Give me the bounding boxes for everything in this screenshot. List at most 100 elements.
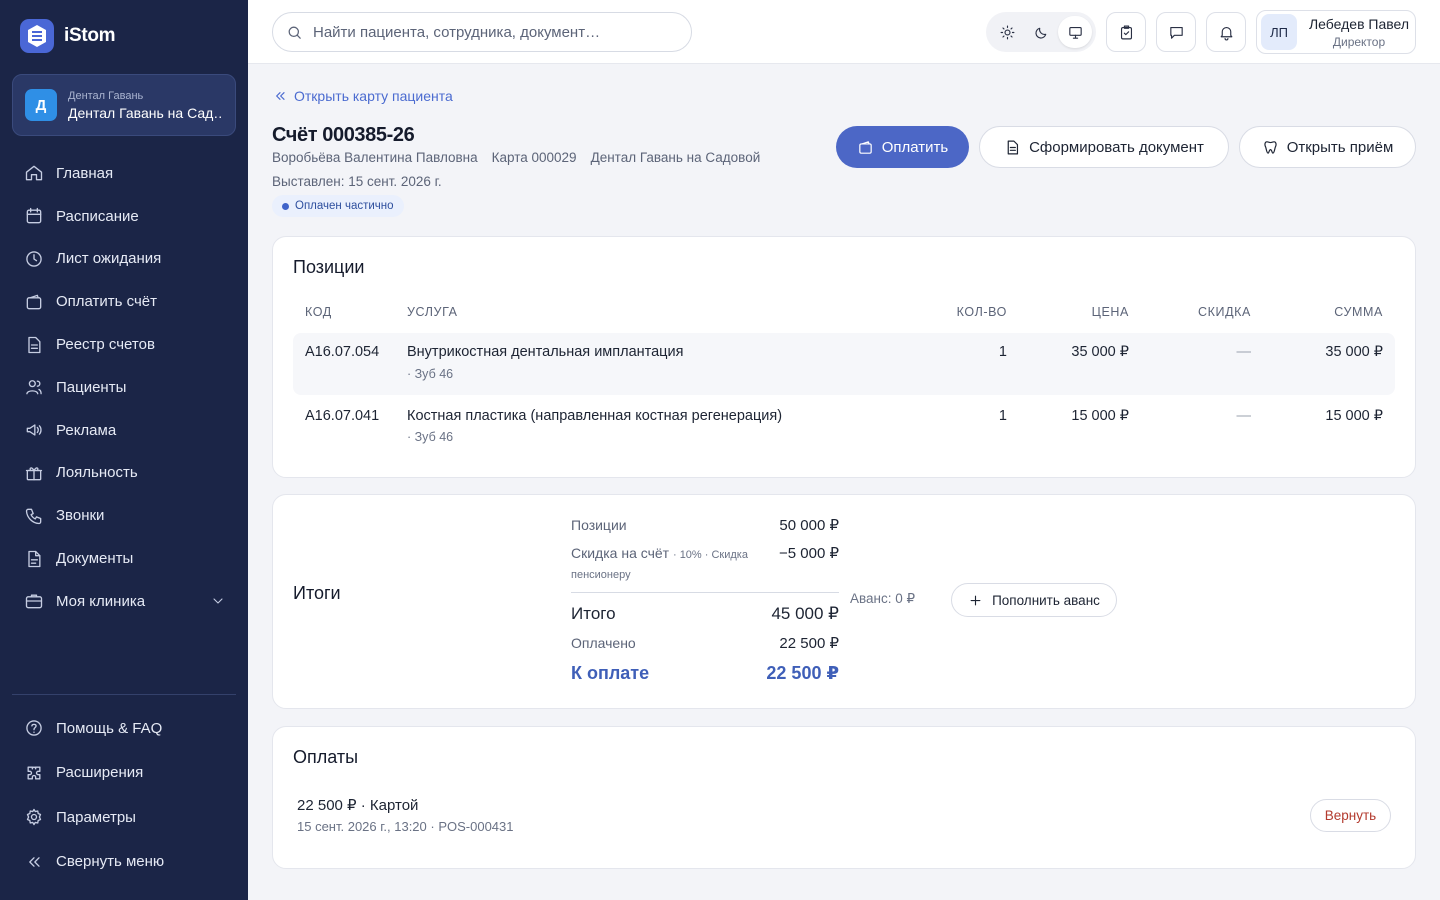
- generate-document-label: Сформировать документ: [1029, 138, 1204, 156]
- topbar: ЛП Лебедев Павел Директор: [248, 0, 1440, 64]
- sidebar-item-home[interactable]: Главная: [12, 152, 236, 195]
- payments-title: Оплаты: [293, 747, 359, 767]
- advance-balance: Аванс: 0 ₽: [850, 591, 916, 606]
- totals-paid-value: 22 500 ₽: [779, 635, 839, 652]
- document-icon: [1007, 140, 1019, 154]
- sidebar-item-schedule[interactable]: Расписание: [12, 195, 236, 238]
- sidebar-item-advertising[interactable]: Реклама: [12, 409, 236, 452]
- row-note: · Зуб 46: [407, 367, 454, 381]
- document-icon: [28, 336, 41, 353]
- sidebar-item-label: Расширения: [56, 764, 144, 782]
- sidebar-item-label: Расписание: [56, 207, 139, 225]
- column-header-price: ЦЕНА: [1091, 305, 1129, 319]
- theme-dark-button[interactable]: [1024, 16, 1058, 48]
- row-qty: 1: [998, 408, 1007, 424]
- refund-button[interactable]: Вернуть: [1310, 799, 1391, 832]
- messages-button[interactable]: [1156, 12, 1196, 52]
- sidebar-item-collapse[interactable]: Свернуть меню: [12, 840, 236, 885]
- open-visit-label: Открыть приём: [1286, 138, 1394, 156]
- theme-system-button[interactable]: [1058, 16, 1092, 48]
- clinic-branch: Дентал Гавань на Садовой: [590, 150, 761, 165]
- gift-icon: [25, 467, 43, 481]
- totals-paid-label: Оплачено: [571, 635, 636, 651]
- moon-icon: [1034, 27, 1046, 39]
- sidebar-item-invoice-registry[interactable]: Реестр счетов: [12, 323, 236, 366]
- table-row[interactable]: A16.07.041 Костная пластика (направленна…: [293, 397, 1395, 459]
- positions-card: Позиции КОД УСЛУГА КОЛ-ВО ЦЕНА СКИДКА СУ…: [272, 236, 1416, 478]
- patient-name: Воробьёва Валентина Павловна: [272, 150, 478, 165]
- sidebar-item-loyalty[interactable]: Лояльность: [12, 452, 236, 495]
- search-input[interactable]: [313, 23, 683, 41]
- sidebar-bottom-nav: Помощь & FAQ Расширения Параметры Сверну…: [12, 706, 236, 884]
- sun-icon: [1000, 25, 1014, 39]
- top-up-advance-button[interactable]: Пополнить аванс: [951, 583, 1117, 617]
- sidebar: iStom Д Дентал Гавань Дентал Гавань на С…: [0, 0, 248, 900]
- sidebar-item-label: Лист ожидания: [56, 250, 162, 268]
- sidebar-item-documents[interactable]: Документы: [12, 537, 236, 580]
- monitor-icon: [1068, 26, 1082, 39]
- clinic-name: Дентал Гавань на Садовой: [68, 104, 223, 121]
- totals-due-value: 22 500 ₽: [766, 663, 839, 683]
- sidebar-item-label: Реестр счетов: [56, 336, 155, 354]
- payments-card: Оплаты 22 500 ₽ · Картой 15 сент. 2026 г…: [272, 726, 1416, 869]
- sidebar-divider: [12, 694, 236, 695]
- brand[interactable]: iStom: [20, 19, 116, 53]
- sidebar-item-patients[interactable]: Пациенты: [12, 366, 236, 409]
- column-header-service: УСЛУГА: [407, 305, 458, 319]
- sidebar-item-settings[interactable]: Параметры: [12, 795, 236, 840]
- puzzle-icon: [27, 766, 41, 780]
- search-box[interactable]: [272, 12, 692, 52]
- double-chevron-left-icon: [276, 92, 285, 100]
- totals-total-value: 45 000 ₽: [771, 604, 839, 623]
- row-note: · Зуб 46: [407, 430, 454, 444]
- totals-total-label: Итого: [571, 604, 616, 623]
- discount-label: Скидка на счёт: [571, 545, 670, 561]
- notifications-button[interactable]: [1206, 12, 1246, 52]
- sidebar-item-calls[interactable]: Звонки: [12, 494, 236, 537]
- brand-name: iStom: [64, 25, 116, 46]
- phone-icon: [25, 508, 42, 524]
- tooth-icon: [1264, 140, 1277, 154]
- generate-document-button[interactable]: Сформировать документ: [979, 126, 1229, 168]
- sidebar-item-pay-invoice[interactable]: Оплатить счёт: [12, 280, 236, 323]
- row-qty: 1: [998, 344, 1007, 360]
- clinic-avatar: Д: [25, 89, 57, 121]
- sidebar-item-my-clinic[interactable]: Моя клиника: [12, 580, 236, 623]
- sidebar-item-label: Главная: [56, 164, 114, 182]
- theme-light-button[interactable]: [990, 16, 1024, 48]
- message-icon: [1169, 26, 1183, 39]
- open-patient-card-link[interactable]: Открыть карту пациента: [272, 88, 453, 104]
- pay-button[interactable]: Оплатить: [836, 126, 969, 168]
- totals-due-label: К оплате: [571, 663, 650, 683]
- logo-icon: [20, 19, 54, 53]
- totals-positions-label: Позиции: [571, 517, 627, 533]
- sidebar-item-label: Пациенты: [56, 378, 127, 396]
- sidebar-item-label: Лояльность: [56, 464, 138, 482]
- open-visit-button[interactable]: Открыть приём: [1239, 126, 1416, 168]
- avatar: ЛП: [1261, 14, 1297, 50]
- table-row[interactable]: A16.07.054 Внутрикостная дентальная импл…: [293, 333, 1395, 395]
- totals-title: Итоги: [293, 583, 341, 603]
- sidebar-item-help[interactable]: Помощь & FAQ: [12, 706, 236, 751]
- row-price: 15 000 ₽: [1071, 408, 1129, 424]
- chevron-down-icon: [213, 598, 223, 604]
- row-price: 35 000 ₽: [1071, 344, 1129, 360]
- top-up-advance-label: Пополнить аванс: [992, 592, 1100, 608]
- user-menu[interactable]: ЛП Лебедев Павел Директор: [1256, 10, 1416, 54]
- sidebar-item-waitlist[interactable]: Лист ожидания: [12, 238, 236, 281]
- row-sum: 15 000 ₽: [1325, 408, 1383, 424]
- back-link-label: Открыть карту пациента: [294, 88, 453, 104]
- column-header-code: КОД: [305, 305, 332, 319]
- settings-icon: [26, 809, 42, 826]
- wallet-icon: [858, 140, 872, 154]
- row-code: A16.07.041: [305, 408, 380, 424]
- patient-card-number: Карта 000029: [491, 150, 577, 165]
- help-icon: [26, 720, 42, 736]
- calendar-icon: [26, 208, 42, 224]
- clock-icon: [26, 251, 42, 267]
- clinic-switcher[interactable]: Д Дентал Гавань Дентал Гавань на Садовой: [12, 74, 236, 136]
- tasks-button[interactable]: [1106, 12, 1146, 52]
- sidebar-item-extensions[interactable]: Расширения: [12, 751, 236, 796]
- payment-details: 15 сент. 2026 г., 13:20 · POS-000431: [297, 819, 514, 834]
- bell-icon: [1220, 26, 1232, 40]
